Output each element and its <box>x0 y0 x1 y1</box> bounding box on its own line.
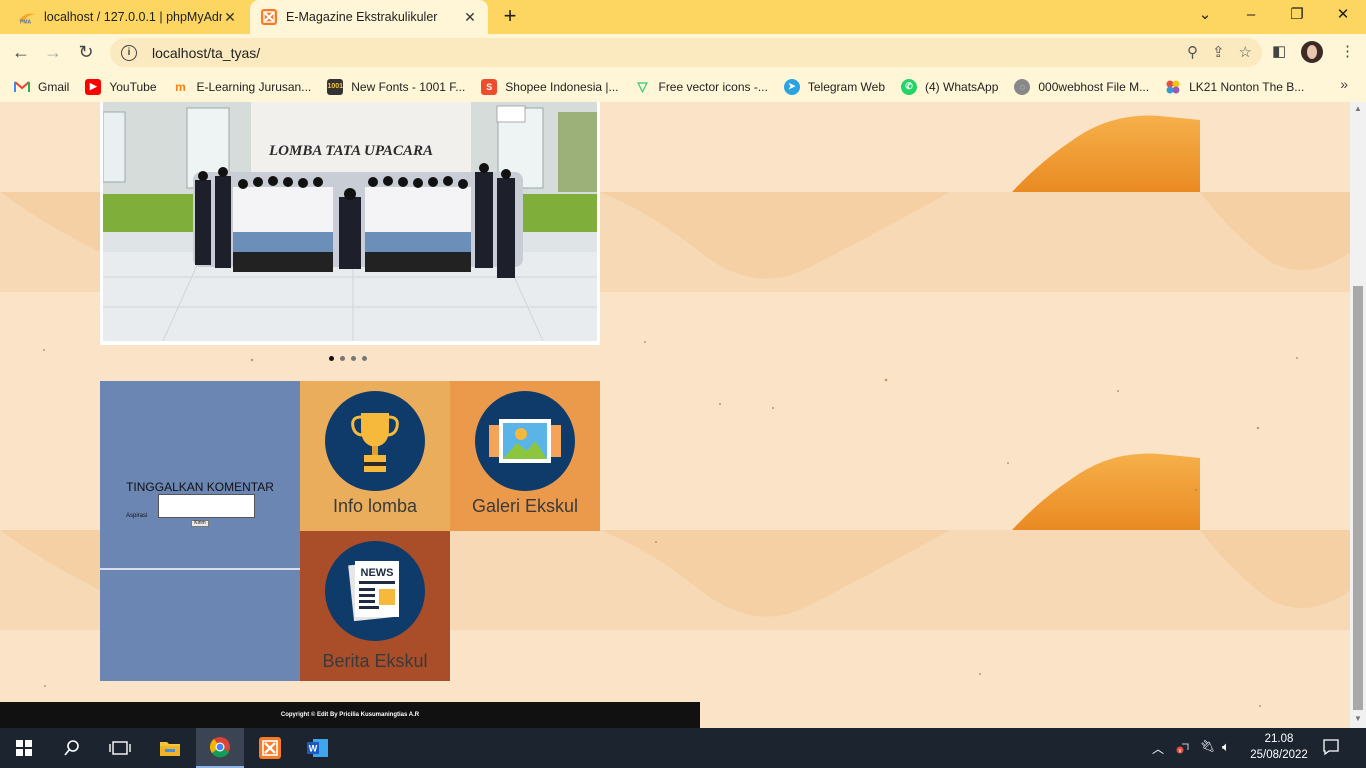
trophy-icon <box>325 391 425 491</box>
svg-text:x: x <box>1179 749 1182 755</box>
moodle-icon: m <box>175 79 186 94</box>
zoom-icon[interactable]: ⚲ <box>1187 43 1198 61</box>
webhost-icon: ◌ <box>1014 78 1031 95</box>
new-tab-button[interactable]: + <box>498 5 522 29</box>
tab-strip: PMA localhost / 127.0.0.1 | phpMyAdmin ✕… <box>0 0 1366 34</box>
bookmark-lk21[interactable]: LK21 Nonton The B... <box>1165 79 1304 95</box>
bookmark-youtube[interactable]: ▶ YouTube <box>85 78 157 95</box>
windows-start-icon[interactable] <box>0 728 48 768</box>
whatsapp-icon: ✆ <box>901 78 918 95</box>
carousel-dot[interactable] <box>351 356 356 361</box>
avatar[interactable] <box>1301 41 1323 63</box>
windows-taskbar: W ︿ x 🔌︎ 🔈︎ 21.08 25/08/2022 <box>0 728 1366 768</box>
page-scrollbar[interactable]: ▲ ▼ <box>1350 102 1366 728</box>
minimize-button[interactable]: – <box>1236 4 1266 28</box>
tile-galeri-ekskul[interactable]: Galeri Ekskul <box>450 381 600 531</box>
tile-info-lomba[interactable]: Info lomba <box>300 381 450 531</box>
close-window-button[interactable]: ✕ <box>1328 4 1358 28</box>
telegram-icon: ➤ <box>783 78 800 95</box>
bookmark-000webhost[interactable]: ◌ 000webhost File M... <box>1014 78 1149 95</box>
close-tab-icon[interactable]: ✕ <box>222 9 238 26</box>
banner-text: LOMBA TATA UPACARA <box>268 143 433 159</box>
kirim-button[interactable]: Kirim <box>191 520 209 527</box>
task-view-icon[interactable] <box>96 728 144 768</box>
tab-title: E-Magazine Ekstrakulikuler <box>286 10 438 24</box>
carousel-dot[interactable] <box>329 356 334 361</box>
system-clock[interactable]: 21.08 25/08/2022 <box>1244 731 1314 763</box>
scroll-up-arrow-icon[interactable]: ▲ <box>1350 104 1366 113</box>
notifications-icon[interactable] <box>1322 738 1340 761</box>
search-icon[interactable] <box>48 728 96 768</box>
group-photo: LOMBA TATA UPACARA <box>103 102 597 341</box>
clock-date: 25/08/2022 <box>1250 749 1308 761</box>
xampp-icon <box>260 9 278 25</box>
volume-icon[interactable]: 🔈︎ <box>1222 739 1230 755</box>
site-info-icon[interactable]: i <box>121 44 137 61</box>
comment-title: TINGGALKAN KOMENTAR <box>126 480 274 494</box>
tile-label: Galeri Ekskul <box>471 496 579 516</box>
network-icon[interactable]: x <box>1176 740 1190 757</box>
tile-label: Info lomba <box>332 496 418 516</box>
address-bar[interactable]: i localhost/ta_tyas/ ⚲ ⇪ ☆ <box>110 38 1262 67</box>
bookmark-star-icon[interactable]: ☆ <box>1239 43 1252 61</box>
scrollbar-thumb[interactable] <box>1353 286 1363 710</box>
xampp-taskbar-icon[interactable] <box>246 728 294 768</box>
svg-text:PMA: PMA <box>20 20 32 25</box>
aspirasi-textarea[interactable] <box>158 494 255 518</box>
word-icon[interactable]: W <box>294 728 342 768</box>
scroll-down-arrow-icon[interactable]: ▼ <box>1350 714 1366 723</box>
fonts-icon: 1001 <box>327 78 344 95</box>
youtube-icon: ▶ <box>85 78 102 95</box>
news-icon: NEWS <box>325 541 425 641</box>
bookmark-elearning[interactable]: m E-Learning Jurusan... <box>173 79 311 95</box>
bookmark-shopee[interactable]: S Shopee Indonesia |... <box>481 78 618 95</box>
show-hidden-icons-chevron-icon[interactable]: ︿ <box>1152 740 1164 757</box>
clock-time: 21.08 <box>1264 733 1294 745</box>
lk21-icon <box>1165 79 1181 95</box>
url-text: localhost/ta_tyas/ <box>152 44 261 61</box>
page-viewport: LOMBA TATA UPACARA TINGGALKAN KOMENTAR A… <box>0 102 1350 728</box>
gallery-icon <box>475 391 575 491</box>
file-explorer-icon[interactable] <box>146 728 194 768</box>
tab-search-chevron-icon[interactable]: ⌄ <box>1190 4 1220 28</box>
carousel-dot[interactable] <box>362 356 367 361</box>
battery-icon[interactable]: 🔌︎ <box>1200 739 1215 753</box>
carousel-dot[interactable] <box>340 356 345 361</box>
shopee-icon: S <box>481 78 498 95</box>
tab-emagazine[interactable]: E-Magazine Ekstrakulikuler ✕ <box>250 0 488 34</box>
tab-phpmyadmin[interactable]: PMA localhost / 127.0.0.1 | phpMyAdmin ✕ <box>8 0 248 34</box>
svg-text:NEWS: NEWS <box>361 567 394 579</box>
gmail-icon <box>14 79 30 95</box>
carousel-slide[interactable]: LOMBA TATA UPACARA <box>100 102 600 345</box>
bookmark-fonts[interactable]: 1001 New Fonts - 1001 F... <box>327 78 465 95</box>
chrome-icon[interactable] <box>196 728 244 768</box>
tile-label: Berita Ekskul <box>322 651 428 671</box>
bookmarks-bar: Gmail ▶ YouTube m E-Learning Jurusan... … <box>0 71 1366 102</box>
chrome-menu-icon[interactable]: ⋮ <box>1340 42 1355 60</box>
share-icon[interactable]: ⇪ <box>1212 43 1225 61</box>
reload-icon[interactable]: ↻ <box>73 40 99 66</box>
aspirasi-label: Aspirasi <box>126 513 148 519</box>
page-footer: Copyright © Edit By Pricilia Kusumaningt… <box>0 702 700 728</box>
tab-title: localhost / 127.0.0.1 | phpMyAdmin <box>44 10 222 24</box>
maximize-button[interactable]: ❐ <box>1282 4 1312 28</box>
bookmark-whatsapp[interactable]: ✆ (4) WhatsApp <box>901 78 998 95</box>
more-bookmarks-icon[interactable]: » <box>1340 76 1348 92</box>
carousel-indicators <box>329 356 367 361</box>
tile-berita-ekskul[interactable]: NEWS Berita Ekskul <box>300 531 450 681</box>
bookmark-telegram[interactable]: ➤ Telegram Web <box>783 78 885 95</box>
svg-text:W: W <box>309 744 318 754</box>
bookmark-gmail[interactable]: Gmail <box>14 79 69 95</box>
bookmark-flaticon[interactable]: ▽ Free vector icons -... <box>634 79 767 95</box>
browser-toolbar: ← → ↻ i localhost/ta_tyas/ ⚲ ⇪ ☆ ◧ ⋮ <box>0 34 1366 71</box>
phpmyadmin-icon: PMA <box>18 9 36 25</box>
back-arrow-icon[interactable]: ← <box>8 40 34 66</box>
close-tab-icon[interactable]: ✕ <box>462 9 478 26</box>
sidebar-toggle-icon[interactable]: ◧ <box>1272 42 1286 60</box>
forward-arrow-icon[interactable]: → <box>40 40 66 66</box>
flaticon-icon: ▽ <box>637 78 648 94</box>
divider <box>100 568 300 570</box>
comment-panel: TINGGALKAN KOMENTAR Aspirasi Kirim <box>100 381 300 681</box>
